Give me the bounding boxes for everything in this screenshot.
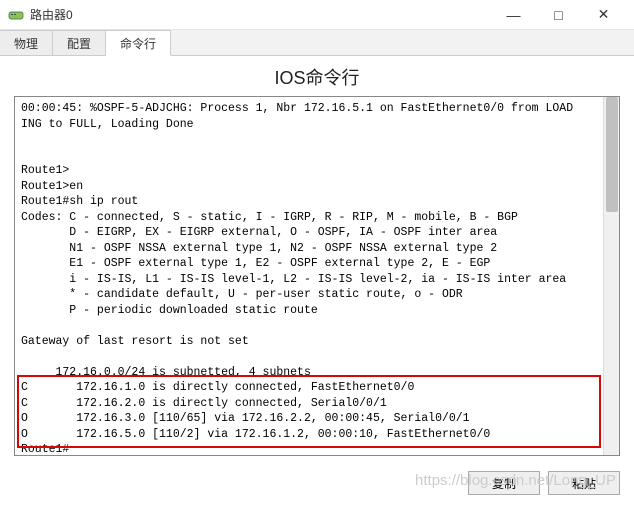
router-icon — [8, 7, 24, 23]
minimize-button[interactable]: — — [491, 1, 536, 29]
terminal-line: E1 - OSPF external type 1, E2 - OSPF ext… — [21, 257, 490, 270]
scrollbar-thumb[interactable] — [606, 97, 618, 212]
terminal-line: C 172.16.2.0 is directly connected, Seri… — [21, 397, 387, 410]
terminal-line: O 172.16.5.0 [110/2] via 172.16.1.2, 00:… — [21, 428, 490, 441]
terminal-line: * - candidate default, U - per-user stat… — [21, 288, 463, 301]
terminal-line: Route1> — [21, 164, 69, 177]
terminal-scrollbar[interactable] — [603, 97, 619, 455]
window-controls: — □ ✕ — [491, 1, 626, 29]
close-button[interactable]: ✕ — [581, 1, 626, 29]
maximize-button[interactable]: □ — [536, 1, 581, 29]
window-title: 路由器0 — [30, 6, 491, 23]
terminal-output[interactable]: 00:00:45: %OSPF-5-ADJCHG: Process 1, Nbr… — [21, 101, 613, 456]
terminal-line: N1 - OSPF NSSA external type 1, N2 - OSP… — [21, 242, 497, 255]
tab-cli[interactable]: 命令行 — [106, 30, 171, 56]
terminal-line: ING to FULL, Loading Done — [21, 118, 194, 131]
tab-physical[interactable]: 物理 — [0, 30, 53, 55]
title-bar: 路由器0 — □ ✕ — [0, 0, 634, 30]
paste-button[interactable]: 粘贴 — [548, 471, 620, 495]
terminal-container: 00:00:45: %OSPF-5-ADJCHG: Process 1, Nbr… — [14, 96, 620, 456]
terminal-line: C 172.16.1.0 is directly connected, Fast… — [21, 381, 414, 394]
tab-bar: 物理 配置 命令行 — [0, 30, 634, 56]
copy-button[interactable]: 复制 — [468, 471, 540, 495]
terminal-line: Route1# — [21, 443, 69, 456]
terminal-line: Gateway of last resort is not set — [21, 335, 249, 348]
terminal-line: Codes: C - connected, S - static, I - IG… — [21, 211, 518, 224]
terminal-line: 172.16.0.0/24 is subnetted, 4 subnets — [21, 366, 311, 379]
terminal-line: i - IS-IS, L1 - IS-IS level-1, L2 - IS-I… — [21, 273, 566, 286]
terminal-line: 00:00:45: %OSPF-5-ADJCHG: Process 1, Nbr… — [21, 102, 573, 115]
terminal-line: O 172.16.3.0 [110/65] via 172.16.2.2, 00… — [21, 412, 470, 425]
action-buttons: 复制 粘贴 — [468, 471, 620, 495]
content-title: IOS命令行 — [0, 56, 634, 96]
terminal-line: P - periodic downloaded static route — [21, 304, 318, 317]
tab-config[interactable]: 配置 — [53, 30, 106, 55]
terminal-line: Route1>en — [21, 180, 83, 193]
terminal-line: Route1#sh ip rout — [21, 195, 138, 208]
terminal-line: D - EIGRP, EX - EIGRP external, O - OSPF… — [21, 226, 497, 239]
